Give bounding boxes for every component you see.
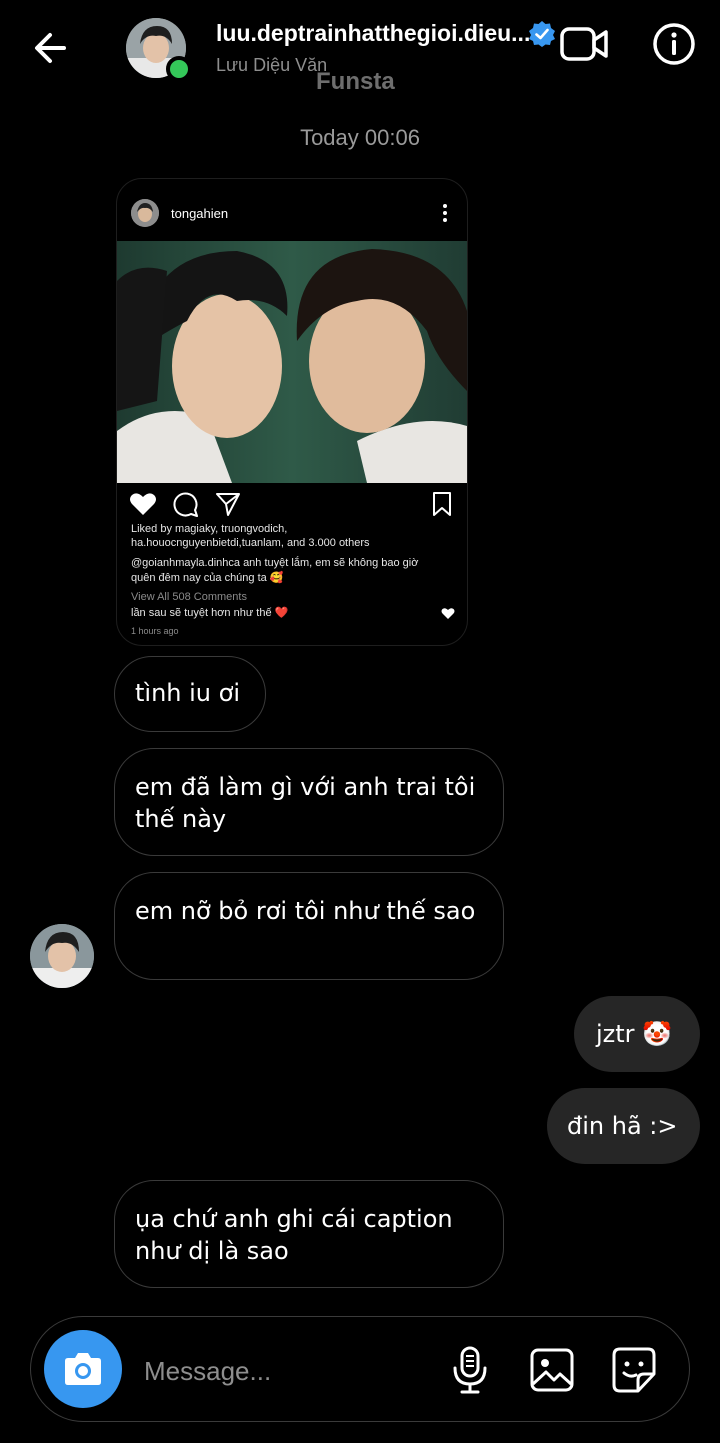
camera-button[interactable]	[44, 1330, 122, 1408]
shared-post-card[interactable]: tongahien Liked by magiaky, truongvodich…	[116, 178, 468, 646]
message-input[interactable]	[142, 1346, 436, 1396]
microphone-icon[interactable]	[446, 1344, 494, 1396]
comment-icon[interactable]	[173, 491, 199, 517]
sender-avatar[interactable]	[30, 924, 94, 988]
share-icon[interactable]	[215, 491, 241, 517]
post-caption-line-1: @goianhmayla.dinhca anh tuyệt lắm, em sẽ…	[131, 557, 419, 569]
funsta-label: Funsta	[316, 68, 395, 95]
contact-fullname: Lưu Diệu Văn	[216, 55, 328, 75]
message-bubble[interactable]: tình iu ơi	[114, 656, 266, 732]
message-bubble[interactable]: em đã làm gì với anh trai tôi thế này	[114, 748, 504, 856]
post-time-ago: 1 hours ago	[131, 626, 179, 636]
info-icon[interactable]	[652, 22, 696, 66]
post-actions	[117, 491, 467, 521]
heart-icon[interactable]	[129, 491, 157, 517]
liked-by-line: Liked by magiaky, truongvodich,	[131, 523, 288, 535]
post-comment: lần sau sẽ tuyệt hơn như thế ❤️	[131, 607, 289, 619]
post-header: tongahien	[117, 179, 467, 241]
chat-header: luu.deptrainhatthegioi.dieu... Lưu Diệu …	[0, 0, 720, 100]
post-author-avatar	[131, 199, 159, 227]
online-status-dot	[166, 56, 192, 82]
comment-like-heart-icon[interactable]	[441, 607, 455, 620]
view-comments-link[interactable]: View All 508 Comments	[131, 591, 247, 603]
more-icon[interactable]	[437, 203, 453, 223]
verified-badge-icon	[529, 21, 555, 47]
thread-timestamp: Today 00:06	[300, 125, 420, 150]
sticker-icon[interactable]	[610, 1344, 658, 1396]
contact-username[interactable]: luu.deptrainhatthegioi.dieu...	[216, 20, 530, 47]
camera-icon	[65, 1353, 101, 1385]
message-bubble[interactable]: em nỡ bỏ rơi tôi như thế sao	[114, 872, 504, 980]
bookmark-icon[interactable]	[431, 491, 453, 517]
liked-by-line-2: ha.houocnguyenbietdi,tuanlam, and 3.000 …	[131, 537, 370, 549]
message-bubble[interactable]: ụa chứ anh ghi cái caption như dị là sao	[114, 1180, 504, 1288]
contact-avatar[interactable]	[126, 18, 192, 82]
video-call-icon[interactable]	[560, 24, 610, 64]
post-caption-line-2: quên đêm nay của chúng ta 🥰	[131, 572, 284, 584]
post-author-username: tongahien	[171, 206, 229, 221]
back-arrow-icon[interactable]	[28, 26, 72, 70]
gallery-icon[interactable]	[528, 1344, 576, 1396]
own-message-bubble[interactable]: jztr 🤡	[574, 996, 700, 1072]
post-photo	[117, 241, 467, 483]
own-message-bubble[interactable]: đin hã :>	[547, 1088, 700, 1164]
